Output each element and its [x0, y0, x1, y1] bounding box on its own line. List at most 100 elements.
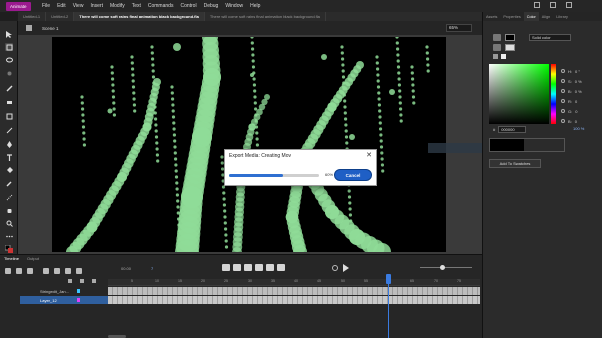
more-icon[interactable] [5, 232, 13, 240]
scene-label[interactable]: Scene 1 [42, 26, 59, 31]
menu-help[interactable]: Help [247, 3, 264, 9]
menu-insert[interactable]: Insert [87, 3, 107, 9]
new-folder-icon[interactable] [16, 267, 22, 274]
hsb-value[interactable]: 0 % [575, 79, 582, 84]
stroke-fill-swatch-icon[interactable] [5, 245, 13, 253]
hsb-value[interactable]: 0 ° [575, 69, 580, 74]
radio-icon[interactable] [561, 99, 565, 103]
delete-layer-icon[interactable] [27, 267, 33, 274]
paint-bucket-icon[interactable] [5, 166, 13, 174]
lock-all-layers-icon[interactable] [80, 279, 84, 283]
subselect-icon[interactable] [5, 69, 13, 77]
lasso-icon[interactable] [5, 56, 13, 64]
bone-icon[interactable] [5, 193, 13, 201]
hex-input[interactable]: 000000 [498, 126, 527, 133]
default-colors-icon[interactable] [501, 54, 506, 59]
share-icon[interactable] [534, 2, 540, 8]
layer-depth-icon[interactable] [54, 267, 60, 274]
rgb-value[interactable]: 0 [575, 119, 577, 124]
fill-type-select[interactable]: Solid color [529, 34, 571, 41]
menu-control[interactable]: Control [177, 3, 200, 9]
play-icon[interactable] [343, 264, 349, 272]
radio-icon[interactable] [561, 119, 565, 123]
zoom-slider-thumb[interactable] [440, 265, 445, 270]
rgb-value[interactable]: 0 [575, 99, 577, 104]
layer-row-selected[interactable]: Layer_12 [20, 296, 108, 304]
text-icon[interactable] [5, 153, 13, 161]
onion-skin-icon[interactable] [65, 267, 71, 274]
line-icon[interactable] [5, 126, 13, 134]
radio-icon[interactable] [561, 79, 565, 83]
menu-file[interactable]: File [39, 3, 54, 9]
hue-slider[interactable] [551, 64, 556, 124]
layer-name[interactable]: Stringedit_Jan... [40, 289, 69, 294]
stroke-color-swatch[interactable] [505, 44, 515, 51]
tab-color[interactable]: Color [523, 12, 539, 21]
tab-assets[interactable]: Assets [483, 12, 500, 21]
hsb-row-b[interactable]: B: 0 % [561, 86, 582, 96]
close-icon[interactable]: ✕ [366, 151, 372, 159]
radio-icon[interactable] [561, 109, 565, 113]
radio-icon[interactable] [561, 89, 565, 93]
settings-icon[interactable] [566, 2, 572, 8]
tween-icon[interactable] [277, 264, 285, 271]
frame-number[interactable]: 7 [151, 266, 153, 271]
layer-name[interactable]: Layer_12 [40, 298, 57, 303]
edit-multiple-icon[interactable] [76, 267, 82, 274]
new-layer-icon[interactable] [5, 267, 11, 274]
menu-modify[interactable]: Modify [106, 3, 128, 9]
playhead-handle[interactable] [386, 274, 391, 284]
layer-row[interactable]: Stringedit_Jan... [20, 287, 108, 295]
color-picker-field[interactable] [489, 64, 549, 124]
menu-edit[interactable]: Edit [54, 3, 70, 9]
tab-align[interactable]: Align [539, 12, 553, 21]
eyedropper-icon[interactable] [5, 179, 13, 187]
fill-color-swatch[interactable] [505, 34, 515, 41]
hand-icon[interactable] [5, 206, 13, 214]
scene-icon[interactable] [26, 25, 32, 31]
rgb-row-g[interactable]: G: 0 [561, 106, 582, 116]
doc-tab-active[interactable]: There will come soft rains final animati… [74, 12, 205, 21]
doc-tab-untitled-1[interactable]: Untitled-1 [18, 12, 47, 21]
first-frame-icon[interactable] [222, 264, 230, 271]
rgb-row-r[interactable]: R: 0 [561, 96, 582, 106]
arrow-icon[interactable] [5, 30, 13, 38]
add-to-swatches-button[interactable]: Add To Swatches [489, 159, 541, 168]
brush-icon[interactable] [5, 84, 13, 92]
menu-debug[interactable]: Debug [200, 3, 222, 9]
menu-commands[interactable]: Commands [144, 3, 177, 9]
prev-frame-icon[interactable] [233, 264, 241, 271]
hsb-row-s[interactable]: S: 0 % [561, 76, 582, 86]
layer-frames[interactable] [108, 287, 480, 295]
free-transform-icon[interactable] [5, 43, 13, 51]
tab-properties[interactable]: Properties [500, 12, 523, 21]
stroke-pencil-icon[interactable] [493, 44, 501, 51]
loop-icon[interactable] [332, 265, 338, 271]
doc-tab-other[interactable]: There will come soft rains final animati… [205, 12, 326, 21]
zoom-icon[interactable] [5, 219, 13, 227]
radio-icon[interactable] [561, 69, 565, 73]
doc-tab-untitled-2[interactable]: Untitled-2 [46, 12, 75, 21]
rectangle-icon[interactable] [5, 112, 13, 120]
pen-icon[interactable] [5, 140, 13, 148]
tab-timeline[interactable]: Timeline [0, 256, 23, 261]
layer-frames-selected[interactable] [108, 296, 480, 304]
insert-keyframe-icon[interactable] [266, 264, 274, 271]
eraser-icon[interactable] [5, 98, 13, 106]
zoom-slider[interactable] [420, 267, 472, 268]
cancel-button[interactable]: Cancel [334, 169, 372, 181]
frame-ruler[interactable]: 51015202530354045505560657075 [108, 279, 480, 286]
hsb-row-h[interactable]: H: 0 ° [561, 66, 582, 76]
layout-icon[interactable] [550, 2, 556, 8]
fill-bucket-icon[interactable] [493, 34, 501, 41]
fps-display[interactable]: 00.00 [121, 266, 131, 271]
tab-output[interactable]: Output [23, 256, 43, 261]
outline-layers-icon[interactable] [92, 279, 96, 283]
rgb-value[interactable]: 0 [575, 109, 577, 114]
show-all-layers-icon[interactable] [68, 279, 72, 283]
menu-text[interactable]: Text [128, 3, 144, 9]
alpha-value[interactable]: 100 % [573, 126, 584, 131]
stage-canvas[interactable] [52, 37, 446, 252]
hsb-value[interactable]: 0 % [575, 89, 582, 94]
next-frame-icon[interactable] [244, 264, 252, 271]
